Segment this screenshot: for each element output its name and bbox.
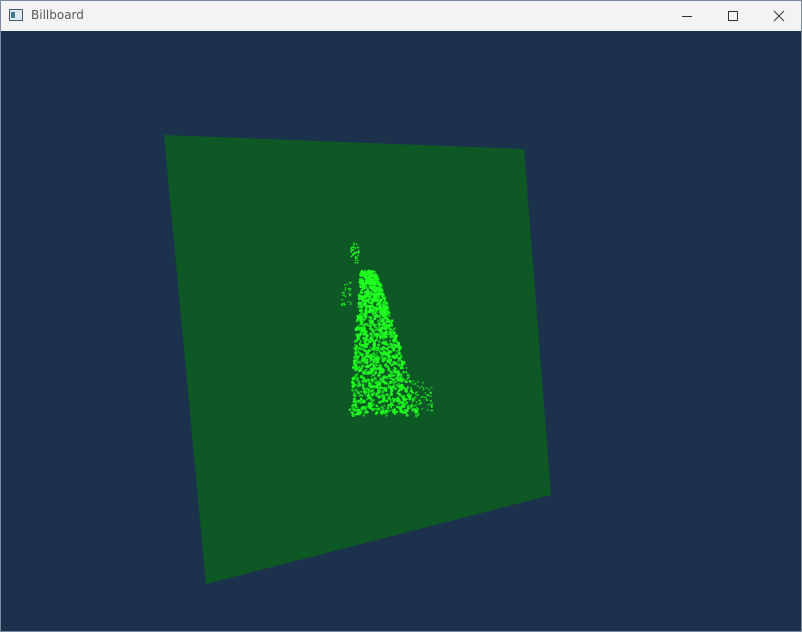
maximize-button[interactable]: [710, 1, 756, 31]
close-icon: [773, 10, 785, 22]
close-button[interactable]: [756, 1, 801, 31]
minimize-button[interactable]: [664, 1, 710, 31]
render-viewport[interactable]: [1, 31, 801, 631]
title-bar[interactable]: Billboard: [1, 1, 801, 31]
scene-canvas: [164, 135, 551, 584]
minimize-icon: [682, 16, 692, 17]
maximize-icon: [728, 11, 738, 21]
window-title: Billboard: [31, 8, 84, 22]
app-window: Billboard: [0, 0, 802, 632]
app-icon: [9, 9, 23, 21]
